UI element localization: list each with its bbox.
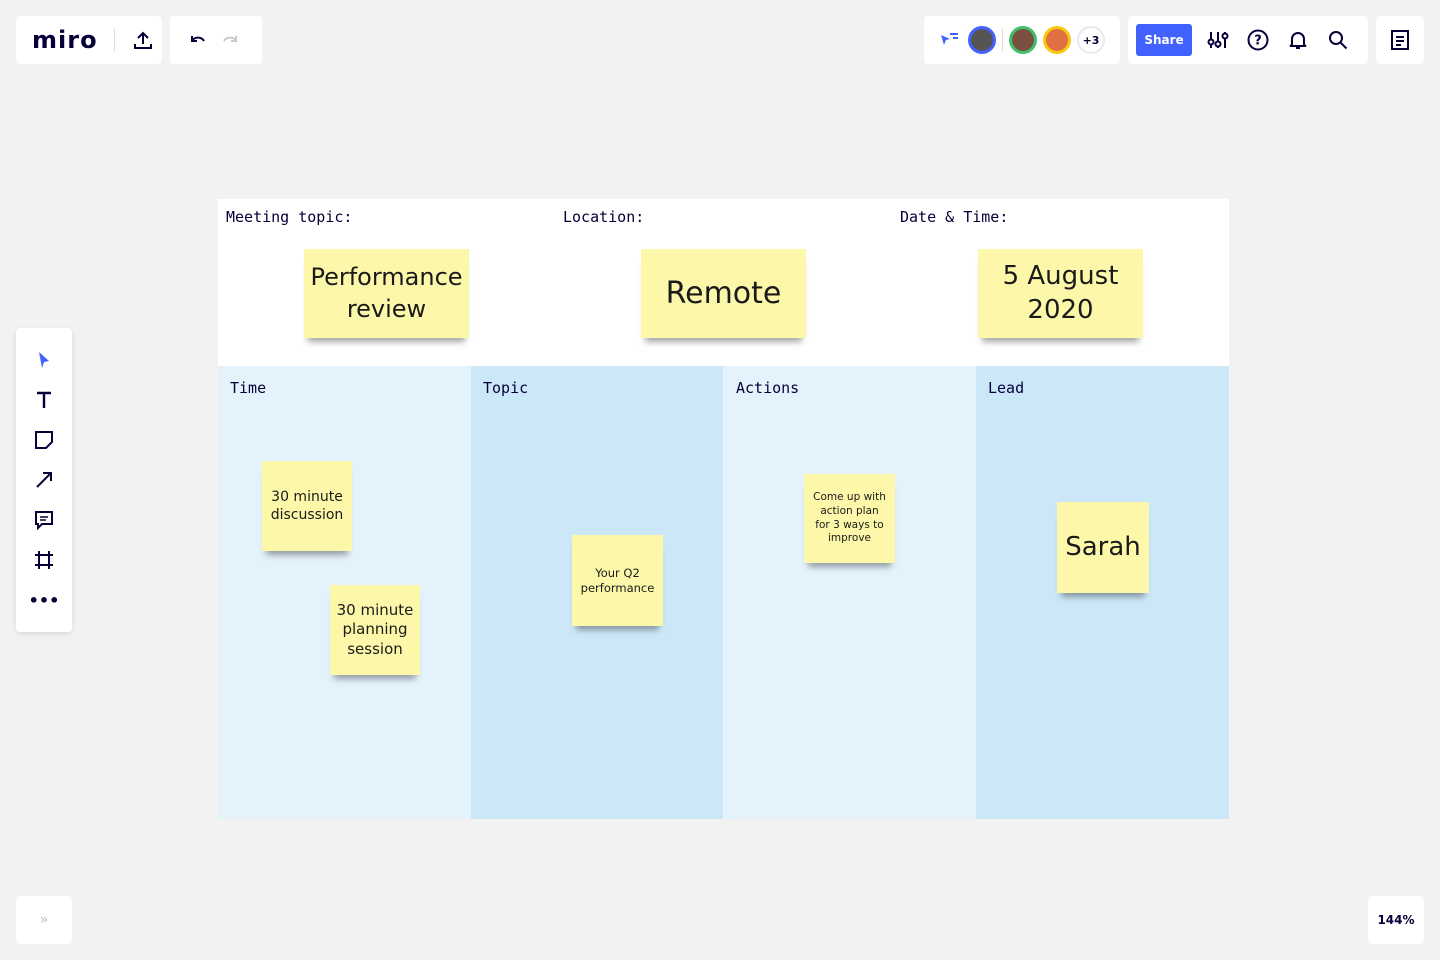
- sticky-lead[interactable]: Sarah: [1057, 502, 1149, 593]
- svg-text:?: ?: [1254, 34, 1262, 49]
- main-menu-panel: miro: [16, 16, 162, 64]
- collaborators-panel: +3: [924, 16, 1120, 64]
- undo-icon[interactable]: [182, 24, 214, 56]
- select-cursor-icon[interactable]: [30, 346, 58, 374]
- avatar[interactable]: [968, 26, 996, 54]
- sticky-time-discussion[interactable]: 30 minute discussion: [262, 461, 352, 551]
- help-icon[interactable]: ?: [1242, 24, 1274, 56]
- undo-redo-panel: [170, 16, 262, 64]
- miro-logo[interactable]: miro: [32, 26, 98, 54]
- actions-panel: Share ?: [1128, 16, 1368, 64]
- meeting-topic-label: Meeting topic:: [226, 208, 353, 226]
- column-actions: Actions: [723, 366, 976, 819]
- text-tool-icon[interactable]: [30, 386, 58, 414]
- sticky-note-icon[interactable]: [30, 426, 58, 454]
- sticky-date[interactable]: 5 August 2020: [978, 249, 1143, 338]
- comment-icon[interactable]: [30, 506, 58, 534]
- avatar[interactable]: [1009, 26, 1037, 54]
- search-icon[interactable]: [1322, 24, 1354, 56]
- column-title: Topic: [483, 379, 529, 397]
- meeting-header: Meeting topic: Location: Date & Time: Pe…: [218, 199, 1229, 366]
- column-title: Lead: [988, 379, 1025, 397]
- export-icon[interactable]: [127, 24, 159, 56]
- divider: [1002, 28, 1003, 52]
- notes-icon[interactable]: [1384, 24, 1416, 56]
- settings-sliders-icon[interactable]: [1202, 24, 1234, 56]
- cursor-follow-icon[interactable]: [936, 24, 962, 56]
- more-tools-icon[interactable]: •••: [29, 586, 60, 614]
- more-users-badge[interactable]: +3: [1077, 26, 1105, 54]
- column-title: Actions: [736, 379, 800, 397]
- sticky-location[interactable]: Remote: [641, 249, 806, 338]
- notes-panel: [1376, 16, 1424, 64]
- date-label: Date & Time:: [900, 208, 1009, 226]
- sticky-actions[interactable]: Come up with action plan for 3 ways to i…: [804, 474, 895, 563]
- avatar[interactable]: [1043, 26, 1071, 54]
- sticky-topic[interactable]: Your Q2 performance: [572, 535, 663, 626]
- notifications-bell-icon[interactable]: [1282, 24, 1314, 56]
- zoom-level[interactable]: 144%: [1368, 896, 1424, 944]
- column-title: Time: [230, 379, 267, 397]
- sticky-meeting-topic[interactable]: Performance review: [304, 249, 469, 338]
- zoom-level-text: 144%: [1377, 913, 1415, 927]
- frame-icon[interactable]: [30, 546, 58, 574]
- location-label: Location:: [563, 208, 645, 226]
- divider: [113, 28, 115, 52]
- tools-toolbar: •••: [16, 328, 72, 632]
- expand-panel-button[interactable]: »: [16, 896, 72, 944]
- board-frame: Meeting topic: Location: Date & Time: Pe…: [218, 199, 1229, 819]
- sticky-time-planning[interactable]: 30 minute planning session: [330, 585, 420, 675]
- double-chevron-right-icon: »: [39, 912, 49, 928]
- arrow-line-icon[interactable]: [30, 466, 58, 494]
- redo-icon[interactable]: [214, 24, 246, 56]
- share-button[interactable]: Share: [1136, 24, 1192, 56]
